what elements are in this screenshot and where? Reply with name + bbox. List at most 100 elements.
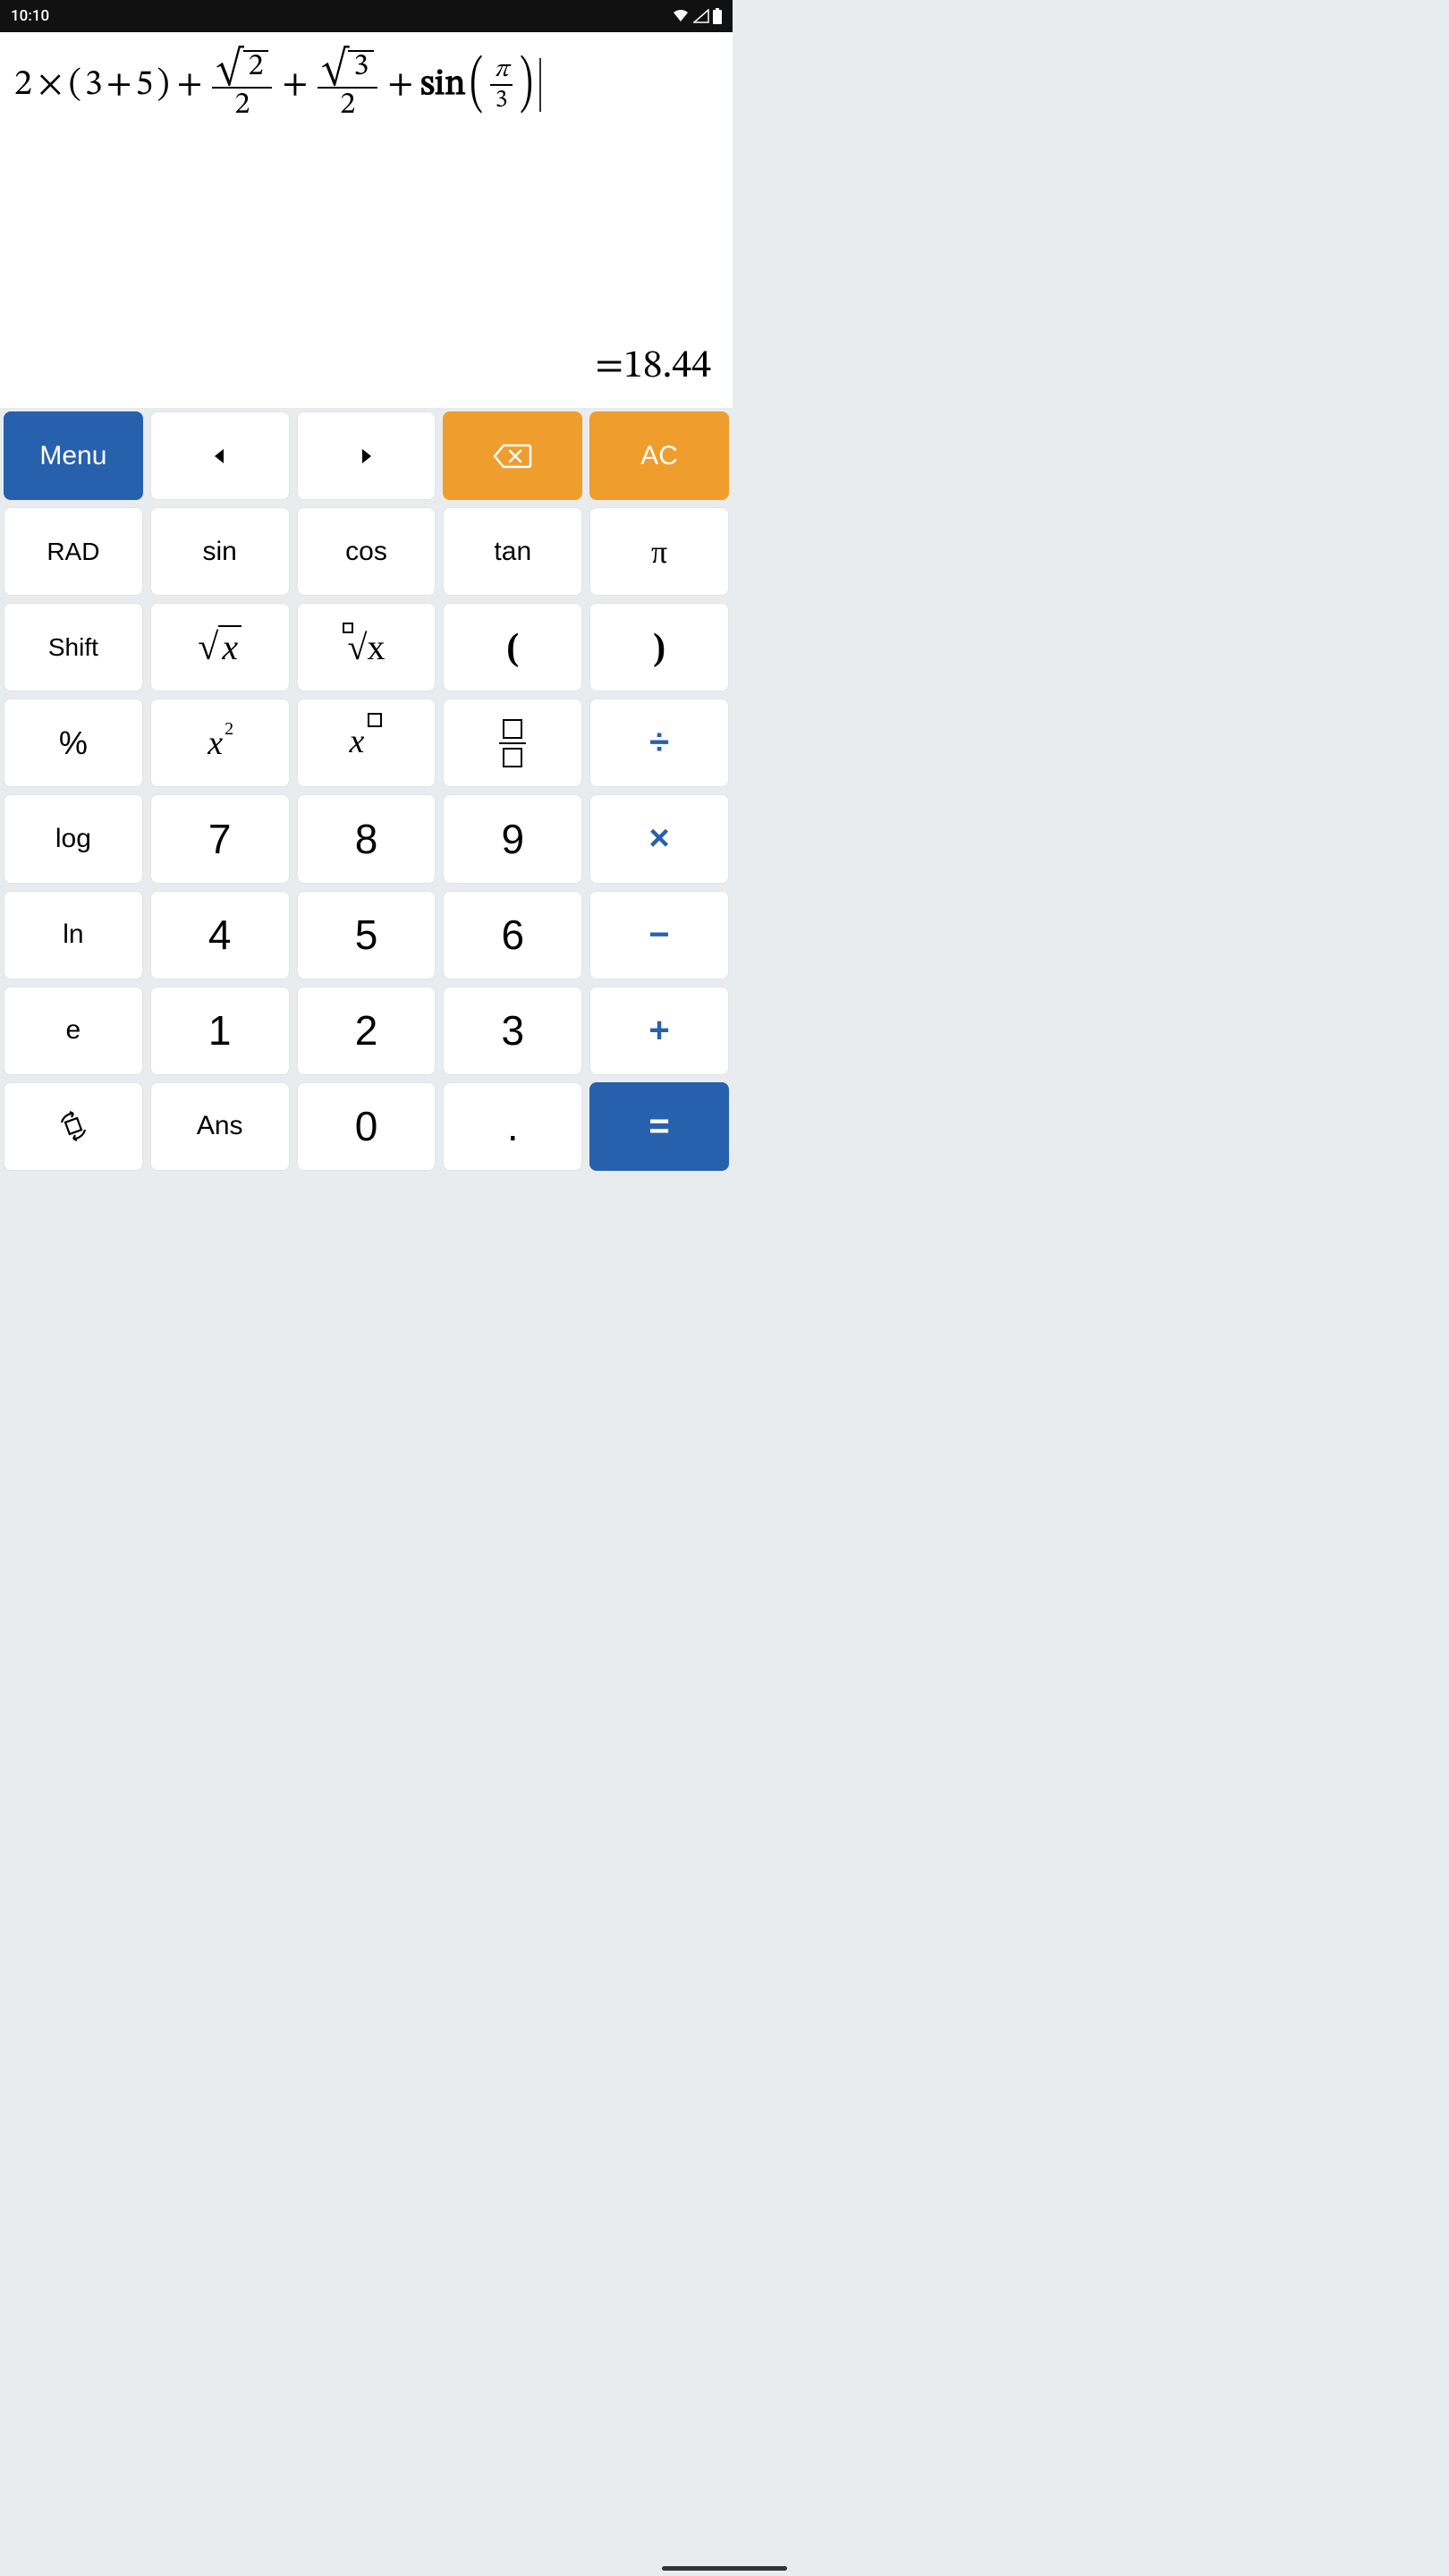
shift-label: Shift — [48, 633, 98, 662]
close-paren-button[interactable]: ) — [589, 603, 729, 691]
e-button[interactable]: e — [4, 987, 143, 1075]
nroot-x: x — [367, 627, 385, 667]
rotate-icon — [56, 1109, 90, 1143]
result-equals: = — [595, 347, 623, 386]
lparen-label: ( — [506, 626, 519, 669]
triangle-right-icon — [356, 446, 376, 466]
menu-label: Menu — [39, 441, 106, 471]
d2-label: 2 — [355, 1006, 378, 1055]
divide-button[interactable]: ÷ — [589, 699, 729, 787]
percent-button[interactable]: % — [4, 699, 143, 787]
open-paren-button[interactable]: ( — [443, 603, 582, 691]
expr-plus3: + — [282, 64, 308, 106]
sqrt-icon: √x — [198, 626, 242, 669]
ln-button[interactable]: ln — [4, 891, 143, 979]
plus-button[interactable]: + — [589, 987, 729, 1075]
expr-plus1: + — [106, 64, 132, 106]
rad-button[interactable]: RAD — [4, 507, 143, 596]
nth-root-icon: √x — [348, 626, 386, 668]
shift-button[interactable]: Shift — [4, 603, 143, 691]
sin-label: sin — [203, 537, 237, 567]
cos-label: cos — [345, 537, 387, 567]
ln-label: ln — [63, 919, 83, 950]
cos-button[interactable]: cos — [297, 507, 436, 596]
result-value: 18.44 — [623, 347, 711, 386]
x-squared-icon: x2 — [208, 724, 232, 763]
digit-4-button[interactable]: 4 — [150, 891, 290, 979]
d7-label: 7 — [208, 815, 232, 863]
keypad: Menu AC RAD sin cos tan π Shift √x √x ( … — [0, 408, 733, 1270]
rad-label: RAD — [47, 538, 99, 566]
ans-button[interactable]: Ans — [150, 1082, 290, 1171]
expr-frac-pi-over-3: π 3 — [490, 57, 513, 113]
digit-0-button[interactable]: 0 — [297, 1082, 436, 1171]
d6-label: 6 — [501, 911, 524, 959]
expr-sqrt2: 2 — [243, 50, 269, 82]
battery-icon — [713, 8, 722, 24]
x-squared-button[interactable]: x2 — [150, 699, 290, 787]
rotate-button[interactable] — [4, 1082, 143, 1171]
backspace-icon — [493, 443, 532, 470]
expr-den3: 3 — [496, 86, 508, 113]
equals-label: = — [648, 1106, 669, 1147]
pi-button[interactable]: π — [589, 507, 729, 596]
equals-button[interactable]: = — [589, 1082, 729, 1171]
expr-den2b: 2 — [340, 89, 355, 121]
all-clear-button[interactable]: AC — [589, 411, 729, 500]
expr-lparen: ( — [69, 64, 81, 106]
expr-sin: sin — [420, 64, 465, 106]
e-label: e — [66, 1015, 81, 1046]
multiply-button[interactable]: × — [589, 794, 729, 883]
plus-label: + — [648, 1011, 669, 1051]
digit-2-button[interactable]: 2 — [297, 987, 436, 1075]
cursor-right-button[interactable] — [297, 411, 436, 500]
expr-plus4: + — [387, 64, 413, 106]
expr-plus2: + — [177, 64, 203, 106]
sqrt-x: x — [218, 625, 242, 667]
calculator-display[interactable]: 2 × ( 3 + 5 ) + √2 2 + √3 2 + sin ( π 3 … — [0, 32, 733, 408]
d4-label: 4 — [208, 911, 232, 959]
x-power-button[interactable]: x — [297, 699, 436, 787]
d5-label: 5 — [355, 911, 378, 959]
wifi-icon — [672, 9, 690, 23]
rparen-label: ) — [653, 626, 665, 669]
pi-label: π — [651, 533, 667, 571]
expr-pi: π — [490, 57, 513, 86]
expr-3: 3 — [85, 64, 103, 106]
sin-button[interactable]: sin — [150, 507, 290, 596]
xpow-x: x — [349, 723, 364, 760]
d0-label: 0 — [355, 1102, 378, 1150]
minus-button[interactable]: − — [589, 891, 729, 979]
digit-9-button[interactable]: 9 — [443, 794, 582, 883]
x-power-icon: x — [343, 725, 388, 761]
log-button[interactable]: log — [4, 794, 143, 883]
expression: 2 × ( 3 + 5 ) + √2 2 + √3 2 + sin ( π 3 … — [9, 50, 724, 121]
status-bar: 10:10 — [0, 0, 733, 32]
expr-den2a: 2 — [235, 89, 250, 121]
backspace-button[interactable] — [443, 411, 582, 500]
digit-6-button[interactable]: 6 — [443, 891, 582, 979]
cursor-left-button[interactable] — [150, 411, 290, 500]
digit-8-button[interactable]: 8 — [297, 794, 436, 883]
digit-5-button[interactable]: 5 — [297, 891, 436, 979]
fraction-button[interactable] — [443, 699, 582, 787]
nth-root-button[interactable]: √x — [297, 603, 436, 691]
menu-button[interactable]: Menu — [4, 411, 143, 500]
d9-label: 9 — [501, 815, 524, 863]
status-icons — [672, 8, 722, 24]
expr-frac-sqrt2-over-2: √2 2 — [212, 50, 272, 121]
tan-button[interactable]: tan — [443, 507, 582, 596]
cursor — [539, 58, 541, 112]
percent-label: % — [59, 724, 88, 762]
home-indicator[interactable] — [662, 2566, 787, 2571]
dot-label: . — [507, 1102, 519, 1150]
fraction-icon — [499, 719, 526, 768]
digit-3-button[interactable]: 3 — [443, 987, 582, 1075]
expr-times: × — [38, 64, 64, 106]
ans-label: Ans — [197, 1111, 243, 1141]
decimal-button[interactable]: . — [443, 1082, 582, 1171]
sqrt-button[interactable]: √x — [150, 603, 290, 691]
divide-label: ÷ — [649, 723, 669, 763]
digit-7-button[interactable]: 7 — [150, 794, 290, 883]
digit-1-button[interactable]: 1 — [150, 987, 290, 1075]
